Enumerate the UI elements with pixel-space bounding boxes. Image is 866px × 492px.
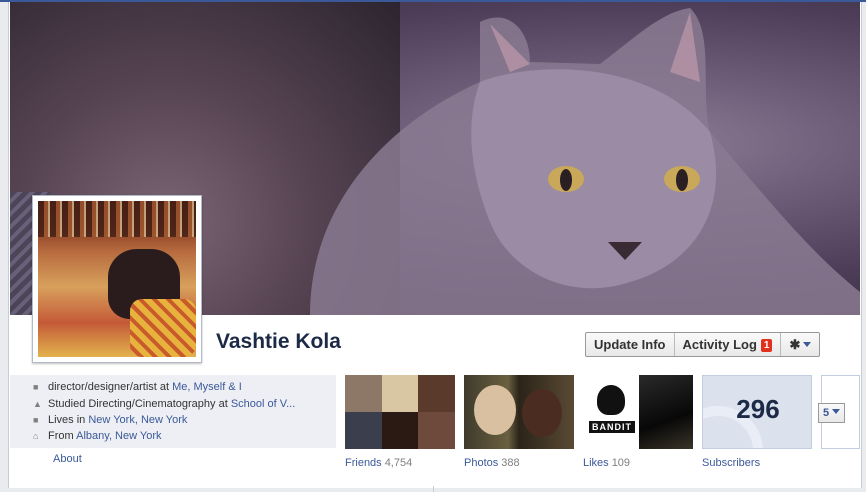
subscribers-count: 296: [736, 394, 780, 424]
friend-thumb: [381, 412, 419, 449]
hometown-info: ⌂ From Albany, New York: [33, 429, 162, 443]
gear-icon: ✱: [789, 337, 801, 352]
activity-log-button[interactable]: Activity Log 1: [675, 333, 782, 356]
chevron-down-icon: [803, 342, 812, 347]
photos-label[interactable]: Photos 388: [464, 457, 520, 469]
work-info: ■ director/designer/artist at Me, Myself …: [33, 380, 242, 394]
profile-actions: Update Info Activity Log 1 ✱: [585, 332, 821, 357]
chevron-down-icon: [832, 409, 841, 414]
friend-thumb: [345, 375, 382, 412]
friend-thumb: [418, 412, 455, 449]
friends-label-text: Friends: [345, 457, 382, 469]
subscribers-tile[interactable]: 296: [702, 375, 812, 449]
friend-thumb: [345, 412, 382, 449]
likes-logo: BANDIT: [583, 375, 639, 449]
update-info-button[interactable]: Update Info: [586, 333, 675, 356]
about-link[interactable]: About: [53, 453, 82, 465]
update-info-label: Update Info: [594, 337, 666, 352]
friend-thumb: [381, 375, 419, 412]
hometown-link[interactable]: Albany, New York: [76, 430, 161, 442]
subscribers-label[interactable]: Subscribers: [702, 457, 760, 469]
briefcase-icon: ■: [33, 382, 39, 392]
education-info: ▲ Studied Directing/Cinematography at Sch…: [33, 397, 295, 411]
likes-label-text: Likes: [583, 457, 609, 469]
work-prefix: director/designer/artist at: [48, 381, 173, 393]
photo-face: [522, 389, 562, 437]
likes-label[interactable]: Likes 109: [583, 457, 630, 469]
photos-count: 388: [501, 457, 520, 469]
hometown-icon: ⌂: [33, 431, 39, 441]
friend-thumb: [418, 375, 455, 412]
profile-photo: [38, 201, 196, 357]
photo-shelf: [38, 201, 196, 237]
photo-face: [474, 385, 516, 435]
home-icon: ■: [33, 415, 39, 425]
likes-photo: [639, 375, 693, 449]
more-tiles-button[interactable]: 5: [818, 403, 846, 423]
friends-tile[interactable]: [345, 375, 455, 449]
settings-dropdown[interactable]: ✱: [781, 333, 819, 356]
lives-prefix: Lives in: [48, 414, 89, 426]
hometown-prefix: From: [48, 430, 77, 442]
activity-log-label: Activity Log: [682, 337, 757, 352]
skull-icon: [597, 385, 625, 415]
friends-label[interactable]: Friends 4,754: [345, 457, 412, 469]
photos-label-text: Photos: [464, 457, 499, 469]
logo-text: BANDIT: [592, 422, 632, 432]
profile-name[interactable]: Vashtie Kola: [216, 330, 341, 354]
work-link[interactable]: Me, Myself & I: [172, 381, 242, 393]
friends-grid: [345, 375, 455, 449]
lives-link[interactable]: New York, New York: [88, 414, 187, 426]
more-count: 5: [823, 407, 830, 419]
activity-count-badge: 1: [760, 339, 773, 352]
education-prefix: Studied Directing/Cinematography at: [48, 398, 231, 410]
likes-tile[interactable]: BANDIT: [583, 375, 693, 449]
school-icon: ▲: [33, 399, 42, 409]
profile-picture[interactable]: [32, 195, 202, 363]
lives-info: ■ Lives in New York, New York: [33, 413, 187, 427]
photos-tile[interactable]: [464, 375, 574, 449]
likes-count: 109: [611, 457, 631, 469]
photo-pillow: [130, 299, 196, 357]
friends-count: 4,754: [384, 457, 413, 469]
timeline-spine: [433, 486, 434, 492]
education-link[interactable]: School of V...: [231, 398, 295, 410]
